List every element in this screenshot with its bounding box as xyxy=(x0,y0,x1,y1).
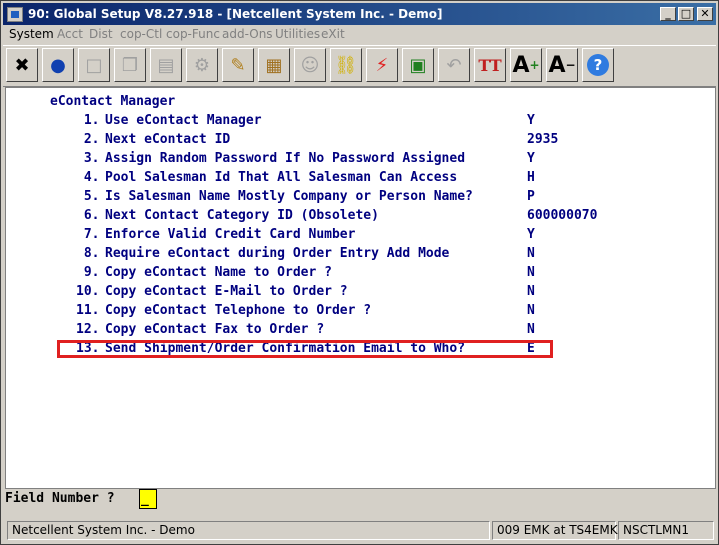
menu-exit[interactable]: eXit xyxy=(321,27,345,41)
window-title: 90: Global Setup V8.27.918 - [Netcellent… xyxy=(28,7,443,21)
status-terminal: NSCTLMN1 xyxy=(618,521,714,540)
globe-icon[interactable]: ● xyxy=(42,48,74,82)
item-value: N xyxy=(527,265,535,280)
field-prompt: Field Number ? _ xyxy=(5,489,716,516)
item-number: 8. xyxy=(76,246,100,261)
font-increase-icon[interactable]: A + xyxy=(510,48,542,82)
status-company: Netcellent System Inc. - Demo xyxy=(7,521,490,540)
item-label[interactable]: Assign Random Password If No Password As… xyxy=(105,151,465,166)
item-value: 600000070 xyxy=(527,208,598,223)
item-value: Y xyxy=(527,227,535,242)
item-value: N xyxy=(527,322,535,337)
item-number: 11. xyxy=(76,303,100,318)
item-value: N xyxy=(527,284,535,299)
settings-icon[interactable]: ⚙ xyxy=(186,48,218,82)
item-label[interactable]: Next Contact Category ID (Obsolete) xyxy=(105,208,379,223)
item-number: 4. xyxy=(76,170,100,185)
item-number: 5. xyxy=(76,189,100,204)
app-icon xyxy=(7,7,23,22)
app-window: 90: Global Setup V8.27.918 - [Netcellent… xyxy=(0,0,719,545)
edit-icon[interactable]: ✎ xyxy=(222,48,254,82)
lightning-icon[interactable]: ⚡ xyxy=(366,48,398,82)
status-bar: Netcellent System Inc. - Demo 009 EMK at… xyxy=(5,520,716,542)
item-number: 9. xyxy=(76,265,100,280)
notes-icon[interactable]: ▦ xyxy=(258,48,290,82)
item-value: P xyxy=(527,189,535,204)
item-label[interactable]: Copy eContact Fax to Order ? xyxy=(105,322,324,337)
terminal-screen: eContact Manager 1. Use eContact Manager… xyxy=(5,87,716,489)
item-value: 2935 xyxy=(527,132,559,147)
field-number-input[interactable]: _ xyxy=(139,489,157,509)
maximize-button[interactable]: □ xyxy=(678,7,694,21)
item-value: Y xyxy=(527,113,535,128)
menu-cop-ctl[interactable]: cop-Ctl xyxy=(120,27,162,41)
item-number: 12. xyxy=(76,322,100,337)
title-bar[interactable]: 90: Global Setup V8.27.918 - [Netcellent… xyxy=(3,3,716,25)
item-label[interactable]: Enforce Valid Credit Card Number xyxy=(105,227,355,242)
help-icon[interactable]: ? xyxy=(582,48,614,82)
item-value: H xyxy=(527,170,535,185)
status-session: 009 EMK at TS4EMK xyxy=(492,521,618,540)
export-icon[interactable]: ▣ xyxy=(402,48,434,82)
menu-cop-func[interactable]: cop-Func xyxy=(166,27,220,41)
field-number-label: Field Number ? xyxy=(5,491,115,506)
menu-system[interactable]: System xyxy=(9,27,54,41)
item-label[interactable]: Copy eContact E-Mail to Order ? xyxy=(105,284,348,299)
close-x-icon[interactable]: ✖ xyxy=(6,48,38,82)
menu-bar: System Acct Dist cop-Ctl cop-Func add-On… xyxy=(3,25,716,44)
item-number: 2. xyxy=(76,132,100,147)
item-label[interactable]: Use eContact Manager xyxy=(105,113,262,128)
highlight-box xyxy=(57,340,553,358)
link-icon[interactable]: ⛓ xyxy=(330,48,362,82)
item-value: Y xyxy=(527,151,535,166)
paste-icon[interactable]: ▤ xyxy=(150,48,182,82)
toolbar: ✖ ● □ ❐ ▤ ⚙ ✎ ▦ ☺ ⛓ ⚡ ▣ ↶ TT A + A − ? xyxy=(3,45,716,87)
item-label[interactable]: Copy eContact Telephone to Order ? xyxy=(105,303,371,318)
menu-dist[interactable]: Dist xyxy=(89,27,113,41)
screen-heading: eContact Manager xyxy=(50,94,176,109)
item-number: 1. xyxy=(76,113,100,128)
blank-icon[interactable]: □ xyxy=(78,48,110,82)
item-number: 3. xyxy=(76,151,100,166)
undo-icon[interactable]: ↶ xyxy=(438,48,470,82)
menu-utilities[interactable]: Utilities xyxy=(275,27,320,41)
item-label[interactable]: Next eContact ID xyxy=(105,132,230,147)
users-icon[interactable]: ☺ xyxy=(294,48,326,82)
menu-add-ons[interactable]: add-Ons xyxy=(222,27,273,41)
item-label[interactable]: Copy eContact Name to Order ? xyxy=(105,265,332,280)
close-button[interactable]: ✕ xyxy=(697,7,713,21)
menu-acct[interactable]: Acct xyxy=(57,27,83,41)
item-value: N xyxy=(527,303,535,318)
item-number: 7. xyxy=(76,227,100,242)
item-label[interactable]: Is Salesman Name Mostly Company or Perso… xyxy=(105,189,473,204)
item-value: N xyxy=(527,246,535,261)
item-label[interactable]: Pool Salesman Id That All Salesman Can A… xyxy=(105,170,457,185)
item-number: 10. xyxy=(76,284,100,299)
font-tt-icon[interactable]: TT xyxy=(474,48,506,82)
copy-icon[interactable]: ❐ xyxy=(114,48,146,82)
font-decrease-icon[interactable]: A − xyxy=(546,48,578,82)
item-label[interactable]: Require eContact during Order Entry Add … xyxy=(105,246,449,261)
item-number: 6. xyxy=(76,208,100,223)
minimize-button[interactable]: _ xyxy=(660,7,676,21)
